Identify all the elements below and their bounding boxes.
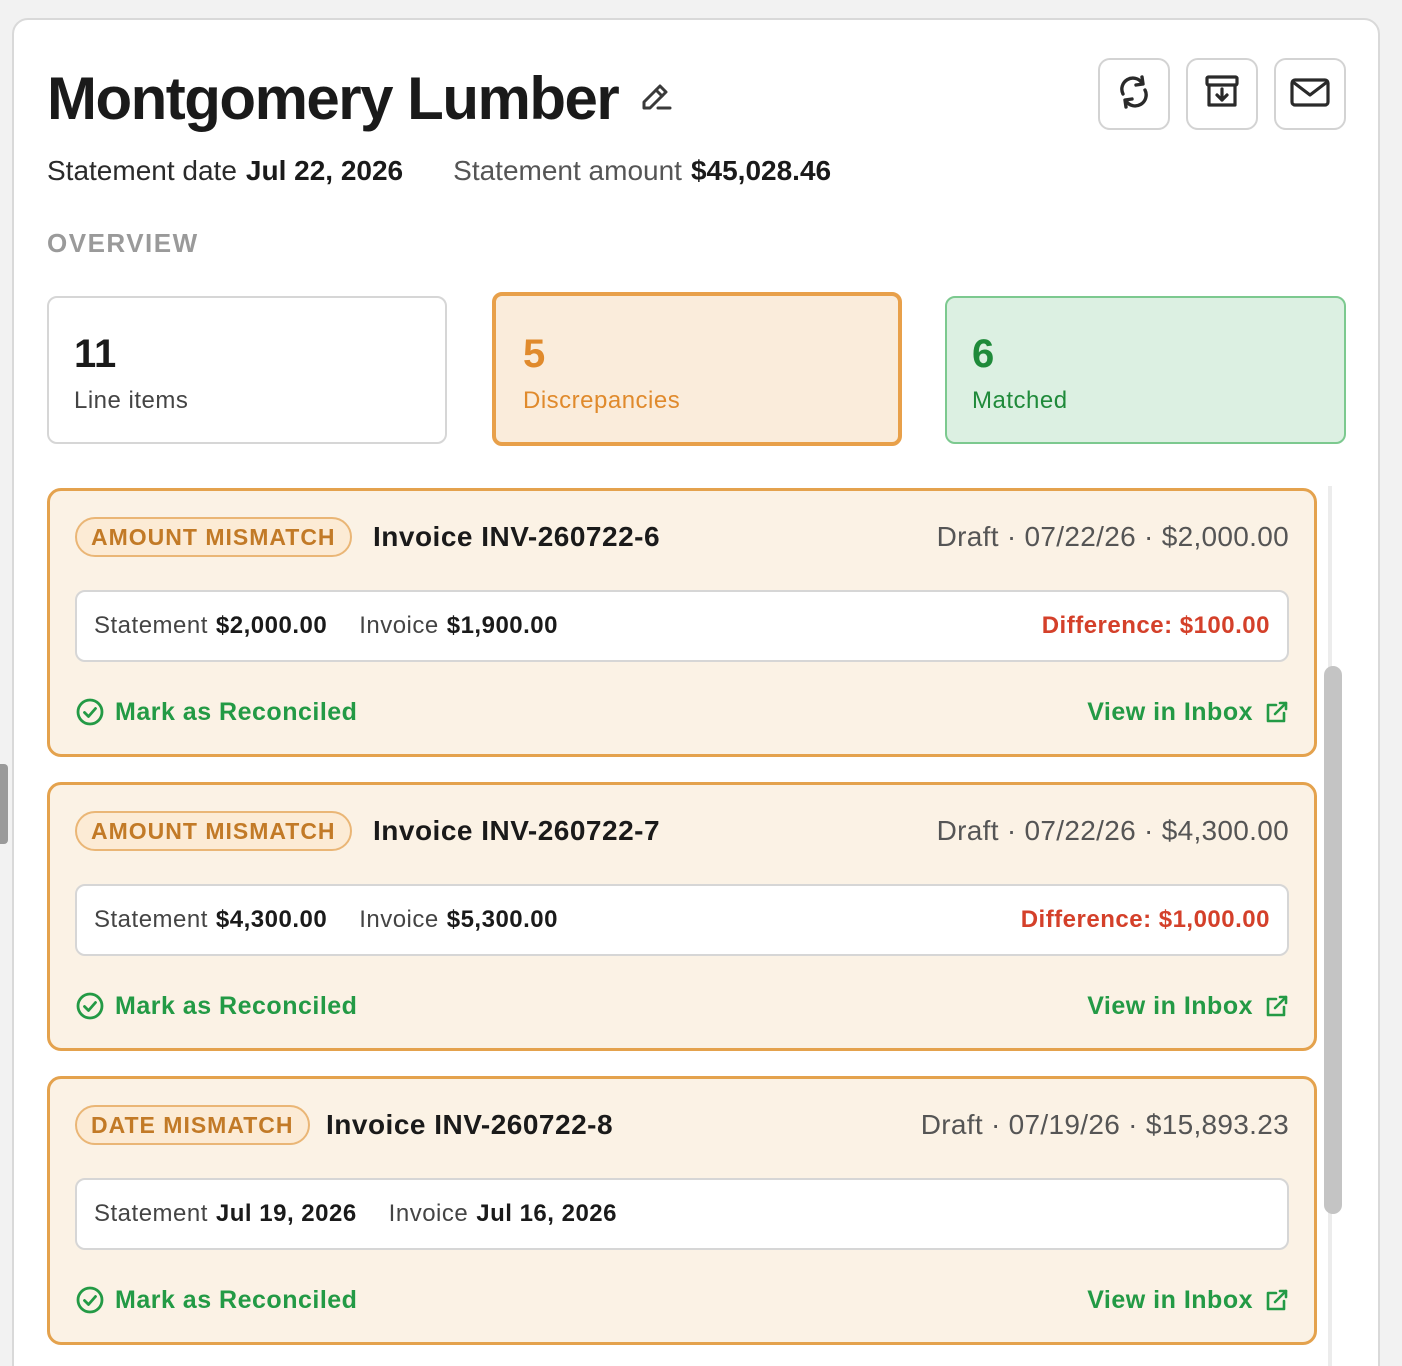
external-link-icon — [1265, 994, 1289, 1018]
view-in-inbox-link[interactable]: View in Inbox — [1087, 1282, 1289, 1318]
discrepancy-card: AMOUNT MISMATCH Invoice INV-260722-6 Dra… — [47, 488, 1317, 757]
statement-label: Statement — [94, 906, 208, 933]
matched-count: 6 — [972, 332, 995, 376]
external-link-icon — [1265, 700, 1289, 724]
check-circle-icon — [75, 991, 105, 1021]
difference-value: Difference: $100.00 — [1041, 612, 1270, 639]
statement-value: $4,300.00 — [215, 906, 328, 933]
invoice-label: Invoice — [388, 1200, 469, 1227]
invoice-label: Invoice — [359, 906, 439, 933]
discrepancies-stat-card[interactable]: 5 Discrepancies — [492, 292, 902, 446]
difference-value: Difference: $1,000.00 — [1020, 906, 1270, 933]
statement-amount-value: $45,028.46 — [690, 155, 832, 186]
view-in-inbox-label: View in Inbox — [1087, 992, 1253, 1020]
mismatch-tag: AMOUNT MISMATCH — [75, 811, 352, 851]
refresh-icon — [1114, 72, 1154, 117]
discrepancies-caption: Discrepancies — [523, 387, 681, 414]
overview-heading: OVERVIEW — [47, 228, 199, 258]
matched-stat-card[interactable]: 6 Matched — [945, 296, 1346, 444]
external-link-icon — [1265, 1288, 1289, 1312]
statement-meta: Statement date Jul 22, 2026 Statement am… — [47, 154, 831, 188]
mark-reconciled-button[interactable]: Mark as Reconciled — [75, 1282, 357, 1318]
invoice-title: Invoice INV-260722-7 — [373, 815, 661, 846]
view-in-inbox-link[interactable]: View in Inbox — [1087, 988, 1289, 1024]
mark-reconciled-label: Mark as Reconciled — [115, 1286, 358, 1314]
check-circle-icon — [75, 697, 105, 727]
panel-resize-handle[interactable] — [0, 764, 8, 844]
mark-reconciled-button[interactable]: Mark as Reconciled — [75, 694, 357, 730]
invoice-title: Invoice INV-260722-8 — [326, 1109, 614, 1140]
view-in-inbox-link[interactable]: View in Inbox — [1087, 694, 1289, 730]
pencil-icon[interactable] — [636, 78, 676, 118]
email-button[interactable] — [1274, 58, 1346, 130]
check-circle-icon — [75, 1285, 105, 1315]
invoice-meta: Draft · 07/22/26 · $2,000.00 — [936, 521, 1289, 552]
invoice-value: Jul 16, 2026 — [476, 1200, 617, 1227]
view-in-inbox-label: View in Inbox — [1087, 698, 1253, 726]
invoice-meta: Draft · 07/22/26 · $4,300.00 — [936, 815, 1289, 846]
line-items-caption: Line items — [74, 387, 189, 414]
statement-value: Jul 19, 2026 — [215, 1200, 357, 1227]
line-items-count: 11 — [74, 332, 117, 376]
statement-date-value: Jul 22, 2026 — [245, 155, 404, 186]
comparison-row: Statement $4,300.00 Invoice $5,300.00 Di… — [75, 884, 1289, 956]
discrepancies-count: 5 — [523, 332, 546, 376]
page-title: Montgomery Lumber — [47, 65, 620, 132]
mark-reconciled-label: Mark as Reconciled — [115, 698, 358, 726]
discrepancy-card: DATE MISMATCH Invoice INV-260722-8 Draft… — [47, 1076, 1317, 1345]
invoice-meta: Draft · 07/19/26 · $15,893.23 — [920, 1109, 1289, 1140]
archive-download-icon — [1202, 72, 1242, 117]
statement-panel: Montgomery Lumber Statement date Jul 22,… — [12, 18, 1380, 1366]
line-items-stat-card[interactable]: 11 Line items — [47, 296, 447, 444]
statement-label: Statement — [94, 612, 208, 639]
invoice-value: $5,300.00 — [446, 906, 559, 933]
mismatch-tag: AMOUNT MISMATCH — [75, 517, 352, 557]
discrepancy-card: AMOUNT MISMATCH Invoice INV-260722-7 Dra… — [47, 782, 1317, 1051]
mark-reconciled-button[interactable]: Mark as Reconciled — [75, 988, 357, 1024]
invoice-title: Invoice INV-260722-6 — [373, 521, 661, 552]
matched-caption: Matched — [972, 387, 1068, 414]
mail-icon — [1289, 72, 1331, 117]
statement-amount-label: Statement amount — [453, 155, 682, 186]
statement-value: $2,000.00 — [215, 612, 328, 639]
statement-date-label: Statement date — [47, 155, 237, 186]
comparison-row: Statement Jul 19, 2026 Invoice Jul 16, 2… — [75, 1178, 1289, 1250]
statement-label: Statement — [94, 1200, 208, 1227]
invoice-label: Invoice — [359, 612, 439, 639]
download-archive-button[interactable] — [1186, 58, 1258, 130]
mismatch-tag: DATE MISMATCH — [75, 1105, 310, 1145]
refresh-button[interactable] — [1098, 58, 1170, 130]
mark-reconciled-label: Mark as Reconciled — [115, 992, 358, 1020]
scrollbar-thumb[interactable] — [1324, 666, 1342, 1214]
comparison-row: Statement $2,000.00 Invoice $1,900.00 Di… — [75, 590, 1289, 662]
invoice-value: $1,900.00 — [446, 612, 559, 639]
view-in-inbox-label: View in Inbox — [1087, 1286, 1253, 1314]
